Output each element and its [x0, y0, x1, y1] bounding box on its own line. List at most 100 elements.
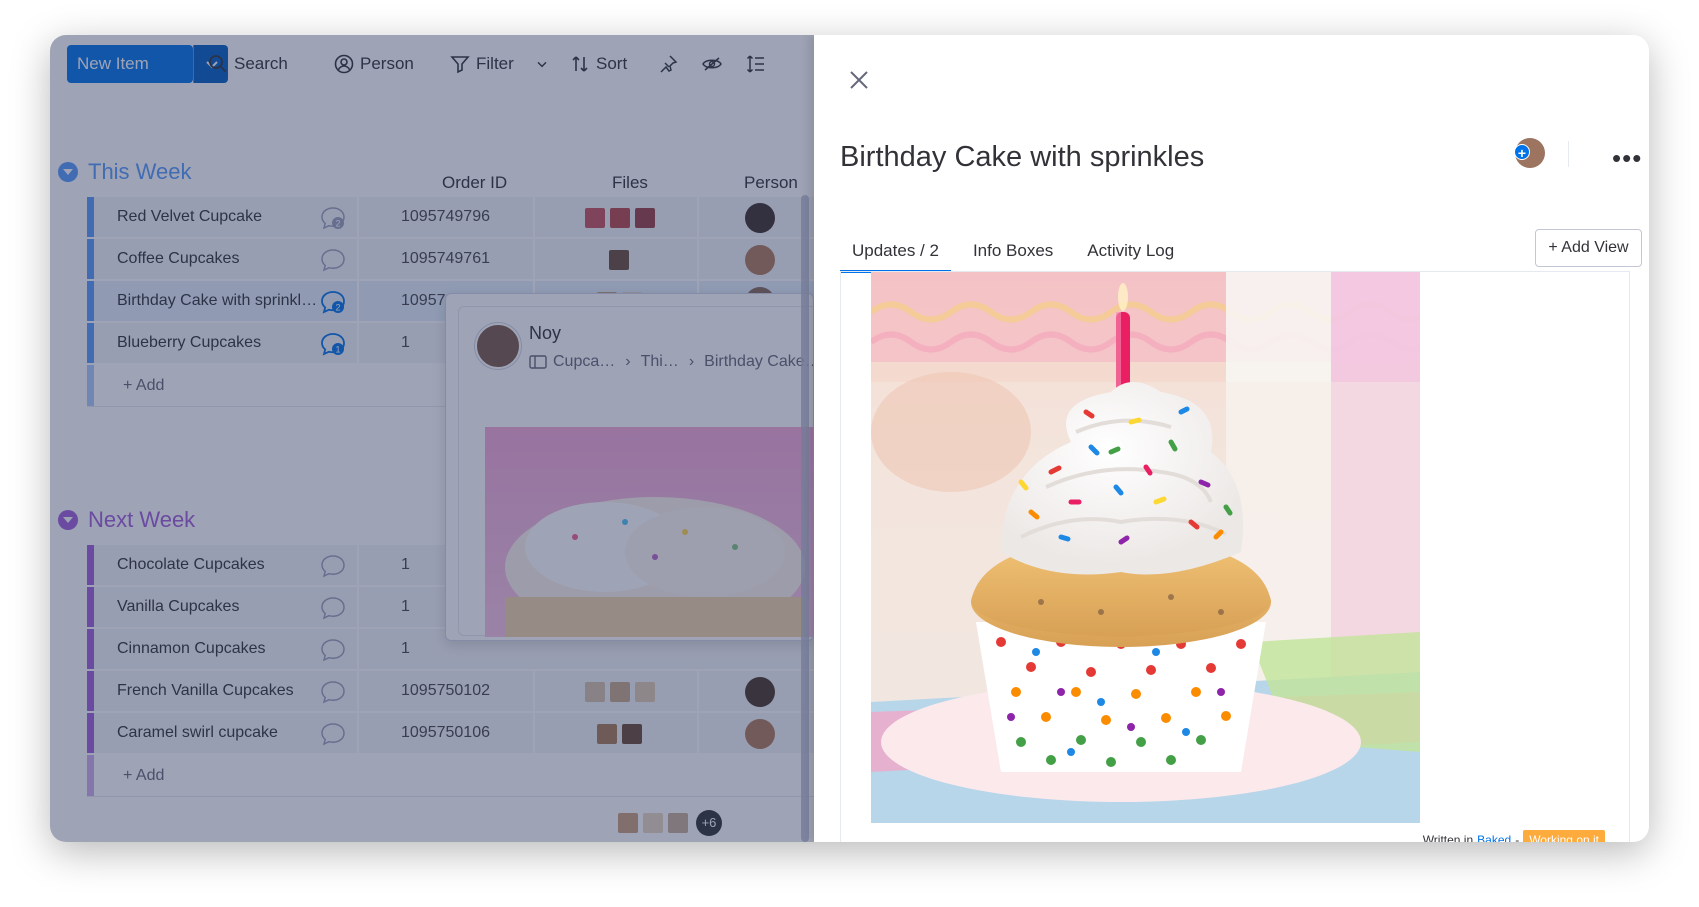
update-bubble-icon[interactable] [319, 247, 347, 273]
update-bubble-icon[interactable] [319, 637, 347, 663]
item-title[interactable]: Birthday Cake with sprinkles [840, 141, 1204, 174]
tab-info-boxes[interactable]: Info Boxes [961, 231, 1065, 273]
file-thumbnail[interactable] [610, 682, 630, 702]
group-title: This Week [88, 159, 192, 184]
update-footer: Written in Baked - Working on it [1423, 830, 1605, 842]
add-item-row[interactable]: + Add [87, 755, 814, 797]
item-name[interactable]: Blueberry Cupcakes [117, 334, 261, 352]
collapse-group-icon[interactable] [58, 510, 78, 530]
group-color-stripe [87, 671, 94, 711]
close-icon[interactable] [848, 69, 870, 91]
order-id-cell[interactable]: 1 [401, 556, 410, 574]
svg-text:2: 2 [335, 219, 340, 229]
group-header-this-week[interactable]: This Week [58, 159, 192, 185]
person-avatar[interactable] [745, 677, 775, 707]
group-color-stripe [87, 197, 94, 237]
new-item-button[interactable]: New Item [67, 45, 193, 83]
order-id-cell[interactable]: 1 [401, 334, 410, 352]
file-thumbnail[interactable] [597, 724, 617, 744]
person-filter-button[interactable]: Person [334, 49, 414, 79]
file-thumbnail[interactable] [635, 208, 655, 228]
column-header-files[interactable]: Files [612, 173, 648, 193]
table-row[interactable]: Coffee Cupcakes 1095749761 [87, 239, 814, 281]
column-header-order-id[interactable]: Order ID [442, 173, 507, 193]
file-thumbnail[interactable] [618, 813, 638, 833]
author-avatar[interactable] [475, 323, 521, 369]
order-id-cell[interactable]: 1095750106 [401, 724, 490, 742]
filter-label: Filter [476, 54, 514, 73]
column-header-person[interactable]: Person [744, 173, 798, 193]
breadcrumb-item[interactable]: Birthday Cake… [704, 353, 813, 371]
author-name[interactable]: Noy [529, 323, 561, 344]
item-name[interactable]: Birthday Cake with sprinkl… [117, 292, 317, 310]
board-scrollbar[interactable] [801, 195, 809, 842]
cell-divider [357, 629, 359, 669]
update-bubble-icon[interactable]: 2 [319, 205, 347, 231]
cell-divider [357, 323, 359, 363]
item-name[interactable]: French Vanilla Cupcakes [117, 682, 294, 700]
table-row[interactable]: Red Velvet Cupcake 2 1095749796 [87, 197, 814, 239]
more-files-badge[interactable]: +6 [696, 810, 722, 836]
file-thumbnail[interactable] [585, 208, 605, 228]
file-thumbnail[interactable] [635, 682, 655, 702]
item-name[interactable]: Caramel swirl cupcake [117, 724, 278, 742]
board-icon [529, 355, 547, 369]
order-id-cell[interactable]: 1 [401, 598, 410, 616]
add-subscriber-icon[interactable]: + [1514, 144, 1530, 161]
item-name[interactable]: Coffee Cupcakes [117, 250, 239, 268]
pin-button[interactable] [658, 49, 678, 79]
row-height-button[interactable] [746, 49, 766, 79]
add-view-button[interactable]: + Add View [1535, 229, 1642, 267]
update-preview[interactable]: Noy Cupca… › Thi… › Birthday Cake… [458, 306, 813, 637]
tab-updates[interactable]: Updates / 2 [840, 231, 951, 273]
filter-button[interactable]: Filter [450, 49, 514, 79]
breadcrumb-group[interactable]: Thi… [641, 353, 679, 371]
item-name[interactable]: Cinnamon Cupcakes [117, 640, 266, 658]
order-id-cell[interactable]: 1095749761 [401, 250, 490, 268]
file-thumbnail[interactable] [668, 813, 688, 833]
file-thumbnail[interactable] [643, 813, 663, 833]
hide-button[interactable] [702, 49, 722, 79]
update-bubble-icon[interactable] [319, 679, 347, 705]
update-bubble-icon[interactable]: 1 [319, 331, 347, 357]
breadcrumb-board[interactable]: Cupca… [553, 353, 615, 371]
order-id-cell[interactable]: 1 [401, 640, 410, 658]
item-name[interactable]: Red Velvet Cupcake [117, 208, 262, 226]
tab-activity-log[interactable]: Activity Log [1075, 231, 1186, 273]
search-button[interactable]: Search [208, 49, 288, 79]
group-header-next-week[interactable]: Next Week [58, 507, 195, 533]
update-bubble-icon[interactable] [319, 721, 347, 747]
update-bubble-icon[interactable] [319, 595, 347, 621]
item-name[interactable]: Vanilla Cupcakes [117, 598, 239, 616]
file-thumbnail[interactable] [610, 208, 630, 228]
cell-divider [533, 197, 535, 237]
table-row[interactable]: French Vanilla Cupcakes 1095750102 [87, 671, 814, 713]
add-item-label[interactable]: + Add [123, 767, 164, 785]
status-badge[interactable]: Working on it [1523, 830, 1605, 842]
separator: - [1515, 833, 1520, 842]
collapse-group-icon[interactable] [58, 162, 78, 182]
filter-dropdown-button[interactable] [534, 49, 550, 79]
sort-button[interactable]: Sort [570, 49, 627, 79]
board-link[interactable]: Baked [1477, 833, 1511, 842]
add-item-label[interactable]: + Add [123, 377, 164, 395]
person-label: Person [360, 54, 414, 73]
file-thumbnail[interactable] [622, 724, 642, 744]
table-row[interactable]: Caramel swirl cupcake 1095750106 [87, 713, 814, 755]
order-id-cell[interactable]: 1095749796 [401, 208, 490, 226]
more-options-icon[interactable]: ••• [1612, 143, 1642, 174]
update-bubble-icon[interactable] [319, 553, 347, 579]
item-name[interactable]: Chocolate Cupcakes [117, 556, 265, 574]
file-thumbnail[interactable] [585, 682, 605, 702]
svg-text:2: 2 [335, 303, 340, 313]
update-bubble-icon[interactable]: 2 [319, 289, 347, 315]
item-hover-card[interactable]: Noy Cupca… › Thi… › Birthday Cake… [445, 293, 814, 641]
person-avatar[interactable] [745, 719, 775, 749]
order-id-cell[interactable]: 1095750102 [401, 682, 490, 700]
file-thumbnail[interactable] [609, 250, 629, 270]
update-image-preview[interactable] [485, 427, 813, 637]
person-avatar[interactable] [745, 245, 775, 275]
person-avatar[interactable] [745, 203, 775, 233]
panel-tabs: Updates / 2 Info Boxes Activity Log [840, 231, 1186, 273]
update-image[interactable] [871, 272, 1420, 823]
